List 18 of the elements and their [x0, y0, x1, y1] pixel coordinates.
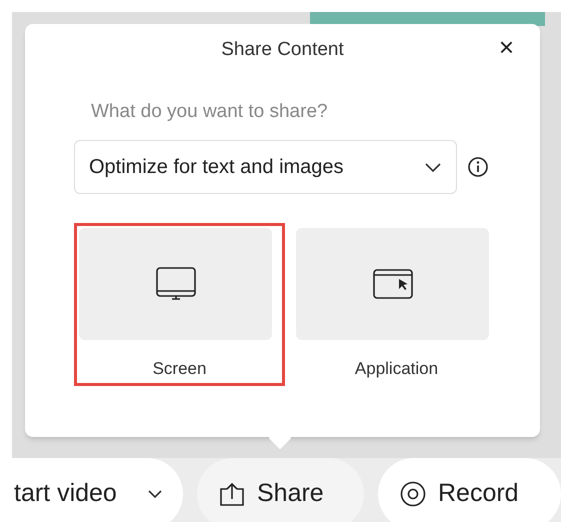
dialog-title: Share Content — [221, 38, 344, 62]
close-button[interactable]: × — [498, 34, 514, 60]
chevron-down-icon — [146, 489, 163, 499]
option-label: Application — [354, 358, 438, 380]
monitor-icon — [156, 266, 196, 301]
start-video-button[interactable]: tart video — [12, 458, 183, 522]
option-label: Screen — [152, 358, 206, 380]
chevron-down-icon — [424, 161, 442, 173]
share-option[interactable]: Screen — [74, 223, 285, 386]
share-option[interactable]: Application — [291, 223, 502, 386]
optimize-dropdown[interactable]: Optimize for text and images — [74, 140, 457, 194]
share-button[interactable]: Share — [197, 458, 364, 522]
info-icon — [467, 156, 489, 178]
record-icon — [400, 481, 426, 507]
upload-icon — [219, 482, 245, 506]
record-button[interactable]: Record — [378, 458, 561, 522]
app-window-icon — [372, 268, 412, 299]
share-question: What do you want to share? — [91, 100, 329, 124]
